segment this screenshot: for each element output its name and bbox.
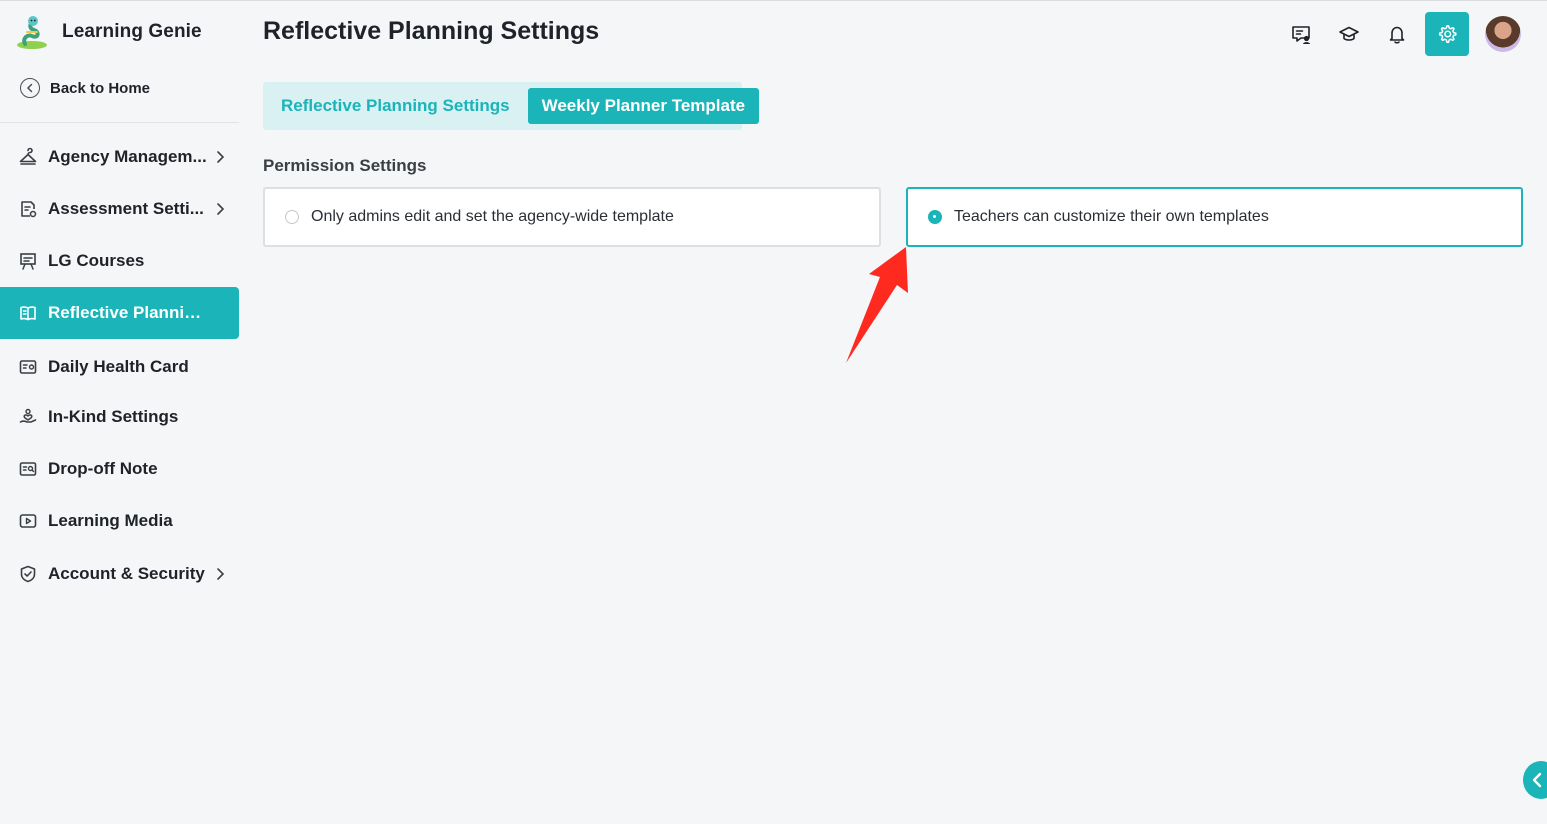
gear-icon <box>1438 25 1457 43</box>
option-teachers-customize[interactable]: Teachers can customize their own templat… <box>906 187 1523 247</box>
health-card-icon <box>18 357 38 377</box>
sidebar-divider <box>0 122 239 123</box>
courses-button[interactable] <box>1327 12 1371 56</box>
sidebar-item-label: In-Kind Settings <box>48 407 179 426</box>
annotation-arrow-icon <box>846 247 908 363</box>
sidebar-item-reflective-planning[interactable]: Reflective Plannin... <box>0 287 239 339</box>
sidebar-item-agency-management[interactable]: Agency Managem... <box>0 131 239 183</box>
open-book-icon <box>18 303 38 323</box>
graduation-cap-icon <box>1339 26 1359 41</box>
hanger-icon <box>18 147 38 167</box>
settings-tabs: Reflective Planning Settings Weekly Plan… <box>263 82 760 130</box>
sidebar-item-label: Reflective Plannin... <box>48 303 208 322</box>
radio-button[interactable] <box>285 210 299 224</box>
chevron-right-icon <box>217 568 225 580</box>
sidebar-item-account-security[interactable]: Account & Security <box>0 548 239 600</box>
back-to-home-label: Back to Home <box>50 79 151 97</box>
bell-icon <box>1389 26 1405 44</box>
back-to-home-link[interactable]: Back to Home <box>20 77 150 99</box>
sidebar-item-label: Agency Managem... <box>48 147 207 166</box>
sidebar-item-label: Learning Media <box>48 511 173 530</box>
doc-gear-icon <box>18 199 38 219</box>
page-title: Reflective Planning Settings <box>263 17 600 45</box>
settings-button[interactable] <box>1425 12 1469 56</box>
sidebar-item-lg-courses[interactable]: LG Courses <box>0 235 239 287</box>
hand-heart-icon <box>18 407 38 427</box>
play-icon <box>18 511 38 531</box>
radio-button-selected[interactable] <box>928 210 942 224</box>
notifications-button[interactable] <box>1375 12 1419 56</box>
option-label: Only admins edit and set the agency-wide… <box>311 208 674 225</box>
brand-name: Learning Genie <box>62 21 202 42</box>
sidebar-item-drop-off-note[interactable]: Drop-off Note <box>0 443 239 495</box>
permission-settings-label: Permission Settings <box>263 156 427 175</box>
chevron-right-icon <box>217 203 225 215</box>
user-avatar[interactable] <box>1485 16 1521 52</box>
chevron-left-icon <box>1532 772 1542 788</box>
sidebar-item-in-kind-settings[interactable]: In-Kind Settings <box>0 391 239 443</box>
sidebar-item-label: Drop-off Note <box>48 459 158 478</box>
presentation-icon <box>18 251 38 271</box>
learning-genie-logo-icon <box>17 16 47 49</box>
back-arrow-icon <box>20 78 40 98</box>
sidebar-item-label: LG Courses <box>48 251 145 270</box>
collapse-panel-button[interactable] <box>1523 761 1547 799</box>
sidebar-item-assessment-settings[interactable]: Assessment Setti... <box>0 183 239 235</box>
sidebar: Learning Genie Back to Home Agency Manag… <box>0 1 240 824</box>
sidebar-item-label: Assessment Setti... <box>48 199 204 218</box>
sidebar-item-daily-health-card[interactable]: Daily Health Card <box>0 341 239 393</box>
brand[interactable]: Learning Genie <box>14 13 202 51</box>
chat-user-button[interactable] <box>1279 12 1323 56</box>
topbar-actions <box>1275 12 1521 56</box>
tab-weekly-planner-template[interactable]: Weekly Planner Template <box>527 88 760 124</box>
chat-user-icon <box>1292 26 1310 44</box>
note-search-icon <box>18 459 38 479</box>
sidebar-item-label: Daily Health Card <box>48 357 189 376</box>
sidebar-item-label: Account & Security <box>48 564 205 583</box>
option-label: Teachers can customize their own templat… <box>954 208 1269 225</box>
sidebar-item-learning-media[interactable]: Learning Media <box>0 495 239 547</box>
tab-reflective-planning-settings[interactable]: Reflective Planning Settings <box>267 88 524 124</box>
shield-check-icon <box>18 564 38 584</box>
option-admins-only[interactable]: Only admins edit and set the agency-wide… <box>263 187 881 247</box>
chevron-right-icon <box>217 151 225 163</box>
